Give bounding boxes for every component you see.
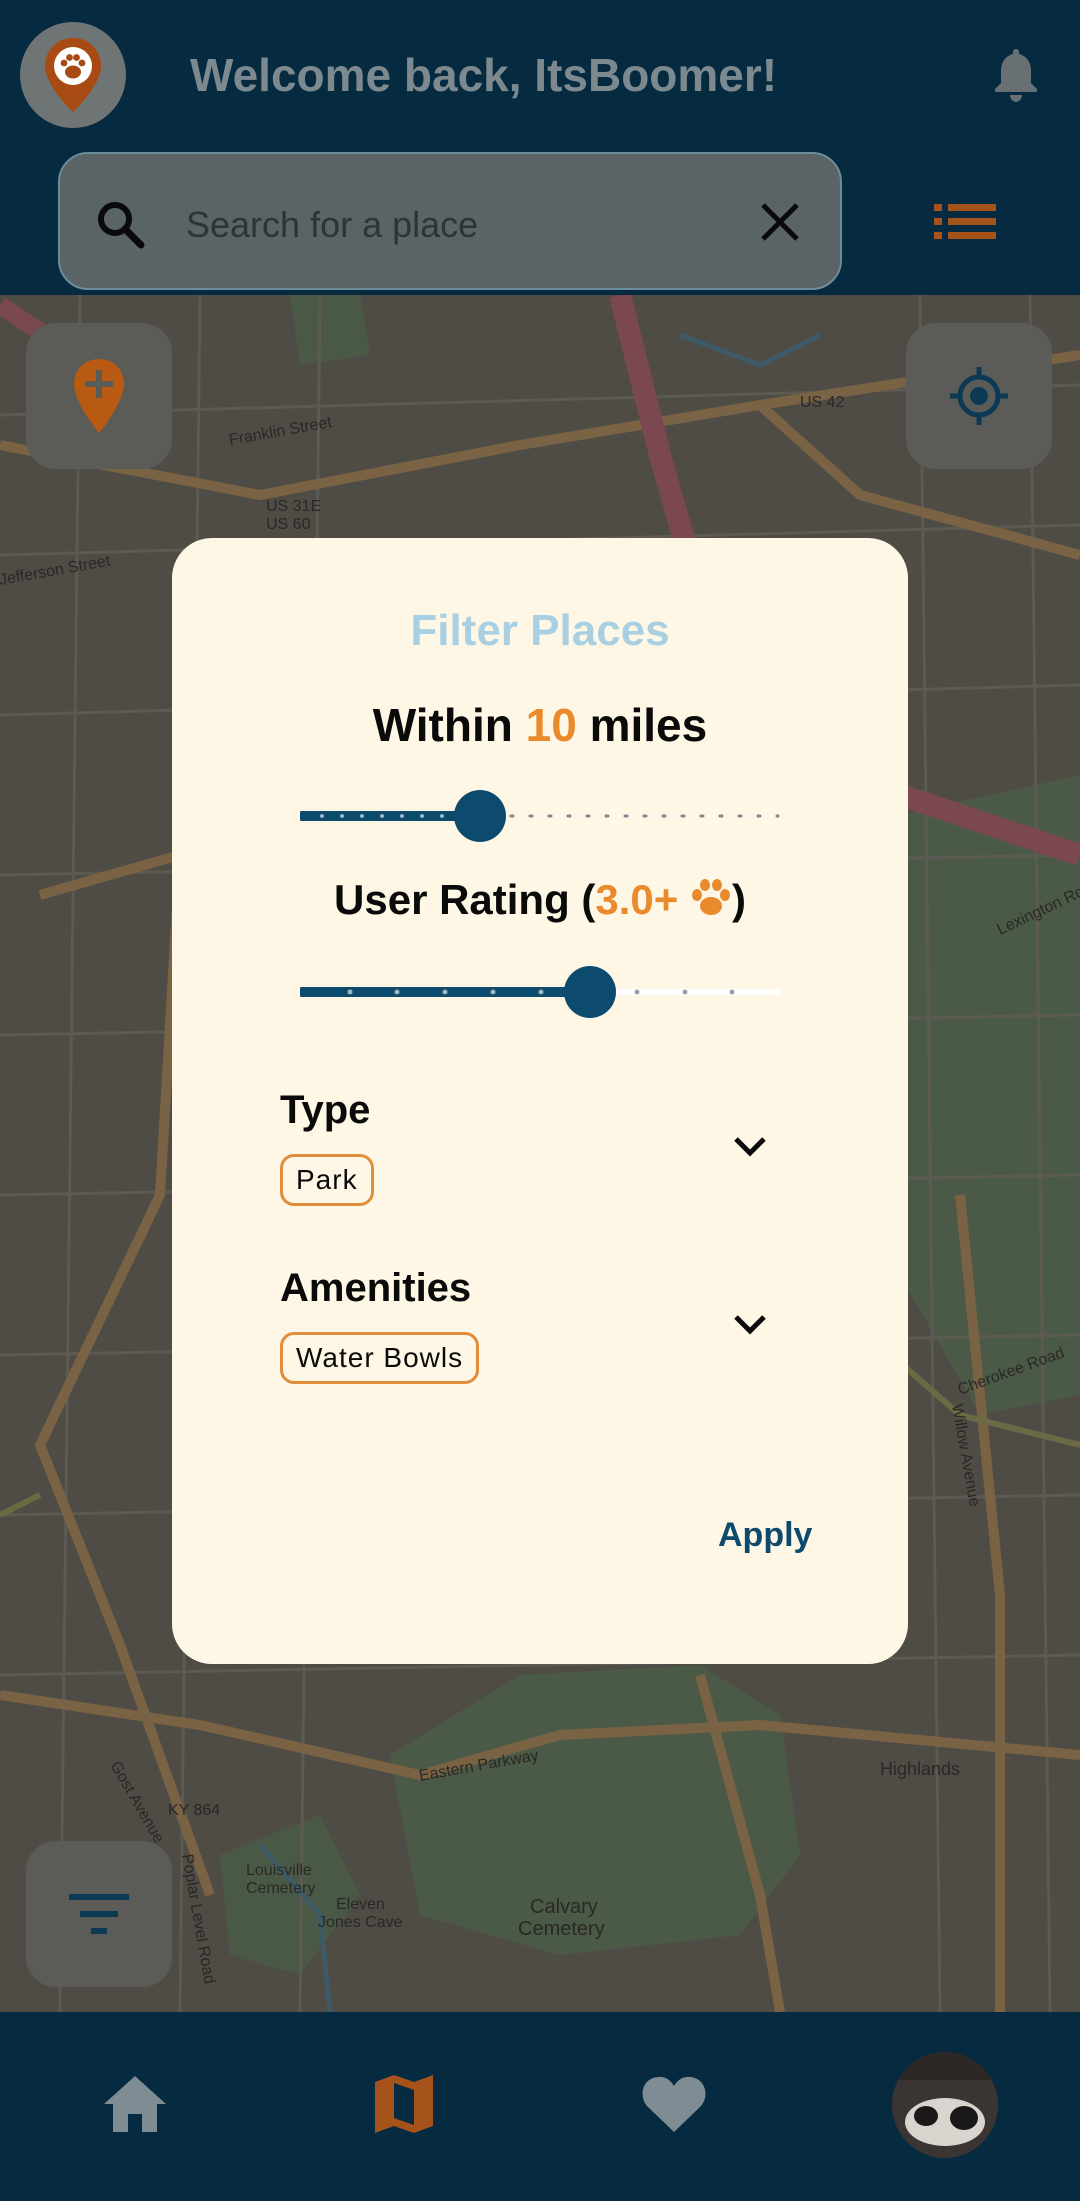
type-chevron-down-icon[interactable] [732,1134,768,1160]
svg-text:US 60: US 60 [266,516,311,533]
distance-prefix: Within [372,699,526,751]
paw-pin-logo [45,38,101,112]
distance-slider[interactable] [300,788,780,844]
search-icon [98,202,145,249]
svg-text:Calvary: Calvary [530,1896,598,1918]
close-icon[interactable] [758,200,802,244]
amenities-chevron-down-icon[interactable] [732,1312,768,1338]
filter-icon [69,1894,129,1934]
dog-photo [892,2052,998,2158]
rating-suffix: ) [731,876,746,923]
add-location-icon [74,359,124,433]
amenities-label: Amenities [280,1266,472,1310]
svg-text:Cemetery: Cemetery [246,1880,315,1897]
apply-button[interactable]: Apply [718,1516,812,1555]
top-bar: Welcome back, ItsBoomer! Search for a pl… [0,0,1080,295]
heart-icon[interactable] [640,2074,708,2134]
paw-icon [691,879,730,915]
distance-suffix: miles [576,699,708,751]
bottom-nav [0,2012,1080,2201]
filter-title: Filter Places [410,606,670,655]
app-logo [20,22,126,128]
search-input[interactable]: Search for a place [186,204,478,246]
rating-value: 3.0+ [595,876,679,923]
amenities-chip-water-bowls[interactable]: Water Bowls [280,1332,480,1384]
add-location-button[interactable] [26,323,172,469]
svg-text:US 31E: US 31E [266,498,321,515]
distance-value: 10 [525,699,577,751]
distance-slider-thumb[interactable] [454,790,506,842]
filter-button[interactable] [26,1841,172,1987]
bell-icon[interactable] [990,45,1042,103]
svg-text:Eleven: Eleven [336,1896,385,1913]
my-location-button[interactable] [906,323,1052,469]
distance-label: Within 10 miles [172,698,908,752]
svg-text:Cemetery: Cemetery [518,1918,605,1940]
my-location-icon [950,367,1008,425]
svg-text:US 42: US 42 [800,394,845,411]
filter-modal: Filter Places Within 10 miles User Ratin… [172,538,908,1664]
svg-text:Highlands: Highlands [880,1759,960,1779]
search-bar[interactable]: Search for a place [58,152,842,290]
home-icon[interactable] [102,2074,168,2134]
rating-slider-thumb[interactable] [564,966,616,1018]
map-icon[interactable] [372,2072,436,2136]
rating-label: User Rating (3.0+ ) [172,876,908,924]
list-icon[interactable] [934,204,996,240]
type-chip-park[interactable]: Park [280,1154,374,1206]
rating-prefix: User Rating ( [334,876,596,923]
type-label: Type [280,1088,371,1132]
svg-text:KY 864: KY 864 [168,1802,220,1819]
profile-avatar[interactable] [892,2052,998,2158]
svg-text:Louisville: Louisville [246,1862,312,1879]
rating-slider[interactable] [300,964,780,1020]
welcome-text: Welcome back, ItsBoomer! [190,49,778,101]
svg-text:Jones Cave: Jones Cave [318,1914,403,1931]
